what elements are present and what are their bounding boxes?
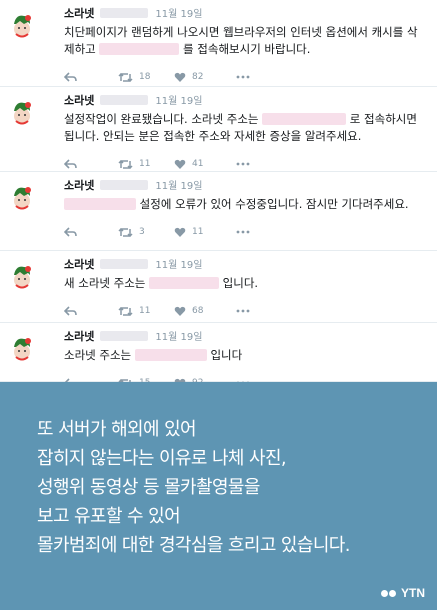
reply-icon (64, 158, 77, 170)
tweet-header: 소라넷 11월 19일 (64, 93, 427, 110)
tweet-date[interactable]: 11월 19일 (155, 96, 202, 107)
redacted-handle (99, 95, 148, 105)
reply-icon (64, 71, 77, 83)
more-dots-icon (236, 309, 250, 313)
tweet[interactable]: 소라넷 11월 19일 소라넷 주소는 입니다 15 92 (0, 323, 437, 388)
tweet-text: 새 소라넷 주소는 입니다. (64, 275, 427, 292)
user-name[interactable]: 소라넷 (64, 330, 94, 343)
tweet-text-part: 입니다. (219, 276, 259, 290)
ytn-logo: YTN (381, 586, 425, 600)
reply-button[interactable] (64, 71, 118, 83)
retweet-button[interactable]: 3 (118, 227, 174, 238)
retweet-icon (118, 72, 133, 83)
like-count: 82 (192, 72, 204, 82)
retweet-icon (118, 227, 133, 238)
like-count: 41 (192, 159, 204, 169)
like-button[interactable]: 11 (174, 227, 236, 238)
like-count: 68 (192, 306, 204, 316)
reply-icon (64, 226, 77, 238)
retweet-icon (118, 159, 133, 170)
tweet[interactable]: 소라넷 11월 19일 치단페이지가 랜덤하게 나오시면 웹브라우저의 인터넷 … (0, 0, 437, 87)
tweet-text: 소라넷 주소는 입니다 (64, 347, 427, 364)
retweet-count: 11 (139, 306, 151, 316)
retweet-icon (118, 306, 133, 317)
more-button[interactable] (236, 75, 266, 79)
like-button[interactable]: 41 (174, 159, 236, 170)
tweet[interactable]: 소라넷 11월 19일 설정작업이 완료됐습니다. 소라넷 주소는 로 접속하시… (0, 87, 437, 172)
user-name[interactable]: 소라넷 (64, 179, 94, 192)
avatar[interactable] (8, 10, 36, 40)
tweet-text-part: 새 소라넷 주소는 (64, 276, 150, 290)
reply-button[interactable] (64, 305, 118, 317)
avatar[interactable] (8, 261, 36, 291)
avatar[interactable] (8, 333, 36, 363)
tweet-date[interactable]: 11월 19일 (155, 332, 202, 343)
tweet-header: 소라넷 11월 19일 (64, 178, 427, 195)
caption-line: 보고 유포할 수 있어 (37, 506, 181, 527)
like-button[interactable]: 82 (174, 72, 236, 83)
tweet-header: 소라넷 11월 19일 (64, 257, 427, 274)
like-count: 11 (192, 227, 204, 237)
heart-icon (174, 159, 186, 170)
heart-icon (174, 72, 186, 83)
retweet-button[interactable]: 18 (118, 72, 174, 83)
tweet-text-part: 소라넷 주소는 (64, 348, 135, 362)
avatar[interactable] (8, 182, 36, 212)
more-button[interactable] (236, 309, 266, 313)
more-dots-icon (236, 230, 250, 234)
retweet-count: 3 (139, 227, 145, 237)
more-button[interactable] (236, 230, 266, 234)
tweet[interactable]: 소라넷 11월 19일 설정에 오류가 있어 수정중입니다. 잠시만 기다려주세… (0, 172, 437, 251)
tweet-actions: 3 11 (64, 219, 427, 245)
caption-line: 또 서버가 해외에 있어 (37, 419, 197, 440)
tweet-text-part: 입니다 (206, 348, 243, 362)
reply-button[interactable] (64, 158, 118, 170)
like-button[interactable]: 68 (174, 306, 236, 317)
caption-text: 또 서버가 해외에 있어 잡히지 않는다는 이유로 나체 사진, 성행위 동영상… (37, 415, 350, 560)
redacted-url (149, 277, 220, 289)
redacted-handle (99, 331, 148, 341)
retweet-count: 18 (139, 72, 151, 82)
user-name[interactable]: 소라넷 (64, 258, 94, 271)
ytn-logo-mark (381, 589, 397, 597)
heart-icon (174, 227, 186, 238)
redacted-url (262, 113, 347, 125)
retweet-count: 11 (139, 159, 151, 169)
tweet-text-part: 설정에 오류가 있어 수정중입니다. 잠시만 기다려주세요. (136, 197, 409, 211)
more-dots-icon (236, 162, 250, 166)
more-dots-icon (236, 75, 250, 79)
retweet-button[interactable]: 11 (118, 159, 174, 170)
user-name[interactable]: 소라넷 (64, 94, 94, 107)
tweet-text-part: 를 접속해보시기 바랍니다. (179, 42, 311, 56)
avatar[interactable] (8, 97, 36, 127)
caption-line: 잡히지 않는다는 이유로 나체 사진, (37, 448, 287, 469)
caption-line: 성행위 동영상 등 몰카촬영물을 (37, 477, 260, 498)
tweet-date[interactable]: 11월 19일 (155, 181, 202, 192)
user-name[interactable]: 소라넷 (64, 7, 94, 20)
redacted-handle (99, 8, 148, 18)
ytn-logo-text: YTN (401, 586, 425, 600)
tweet[interactable]: 소라넷 11월 19일 새 소라넷 주소는 입니다. 11 68 (0, 251, 437, 323)
tweet-header: 소라넷 11월 19일 (64, 329, 427, 346)
reply-button[interactable] (64, 226, 118, 238)
retweet-button[interactable]: 11 (118, 306, 174, 317)
redacted-handle (99, 180, 148, 190)
tweet-date[interactable]: 11월 19일 (155, 260, 202, 271)
redacted-url (134, 349, 207, 361)
tweet-text: 설정작업이 완료됐습니다. 소라넷 주소는 로 접속하시면 됩니다. 안되는 분… (64, 111, 427, 145)
tweet-text-part: 설정작업이 완료됐습니다. 소라넷 주소는 (64, 112, 263, 126)
caption-line: 몰카범죄에 대한 경각심을 흐리고 있습니다. (37, 535, 350, 556)
tweet-text: 설정에 오류가 있어 수정중입니다. 잠시만 기다려주세요. (64, 196, 427, 213)
redacted-url (99, 43, 180, 55)
redacted-url (64, 198, 136, 210)
tweet-header: 소라넷 11월 19일 (64, 6, 427, 23)
caption-overlay: 또 서버가 해외에 있어 잡히지 않는다는 이유로 나체 사진, 성행위 동영상… (0, 382, 437, 610)
tweet-actions: 11 68 (64, 298, 427, 324)
heart-icon (174, 306, 186, 317)
tweet-date[interactable]: 11월 19일 (155, 9, 202, 20)
tweet-text: 치단페이지가 랜덤하게 나오시면 웹브라우저의 인터넷 옵션에서 캐시를 삭제하… (64, 24, 427, 58)
reply-icon (64, 305, 77, 317)
more-button[interactable] (236, 162, 266, 166)
redacted-handle (99, 259, 148, 269)
